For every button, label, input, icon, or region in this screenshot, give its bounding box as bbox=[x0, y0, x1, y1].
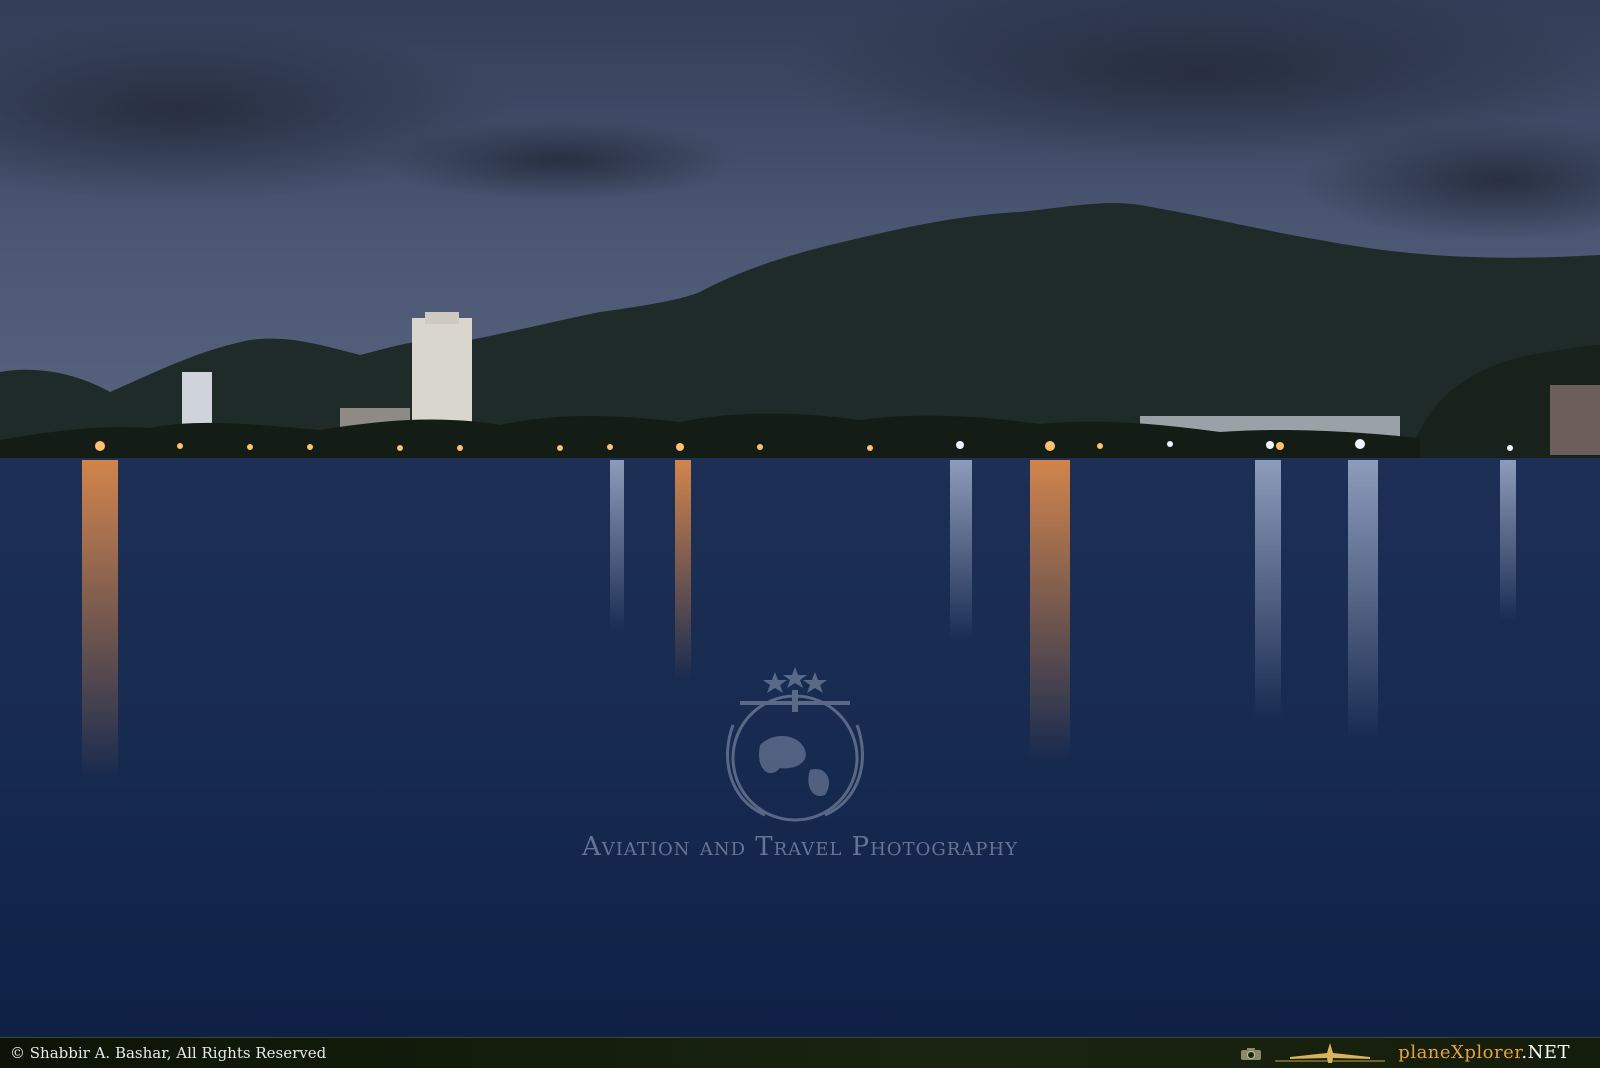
brand-name: planeXplorer bbox=[1398, 1042, 1522, 1063]
copyright-text: © Shabbir A. Bashar, All Rights Reserved bbox=[10, 1044, 327, 1062]
cloud bbox=[380, 120, 740, 200]
brand-tld: .NET bbox=[1521, 1042, 1570, 1063]
footer-bar: © Shabbir A. Bashar, All Rights Reserved… bbox=[0, 1037, 1600, 1068]
tall-hotel-tower bbox=[412, 318, 472, 433]
photo-scene bbox=[0, 0, 1600, 1037]
brand-logo[interactable]: planeXplorer.NET bbox=[1398, 1042, 1570, 1063]
camera-icon bbox=[1241, 1048, 1261, 1060]
airplane-icon bbox=[1275, 1043, 1385, 1063]
building bbox=[1550, 385, 1600, 455]
bay-night-photo bbox=[0, 0, 1600, 1037]
watermark-text: Aviation and Travel Photography bbox=[582, 832, 1018, 862]
tall-hotel-top bbox=[425, 312, 459, 324]
